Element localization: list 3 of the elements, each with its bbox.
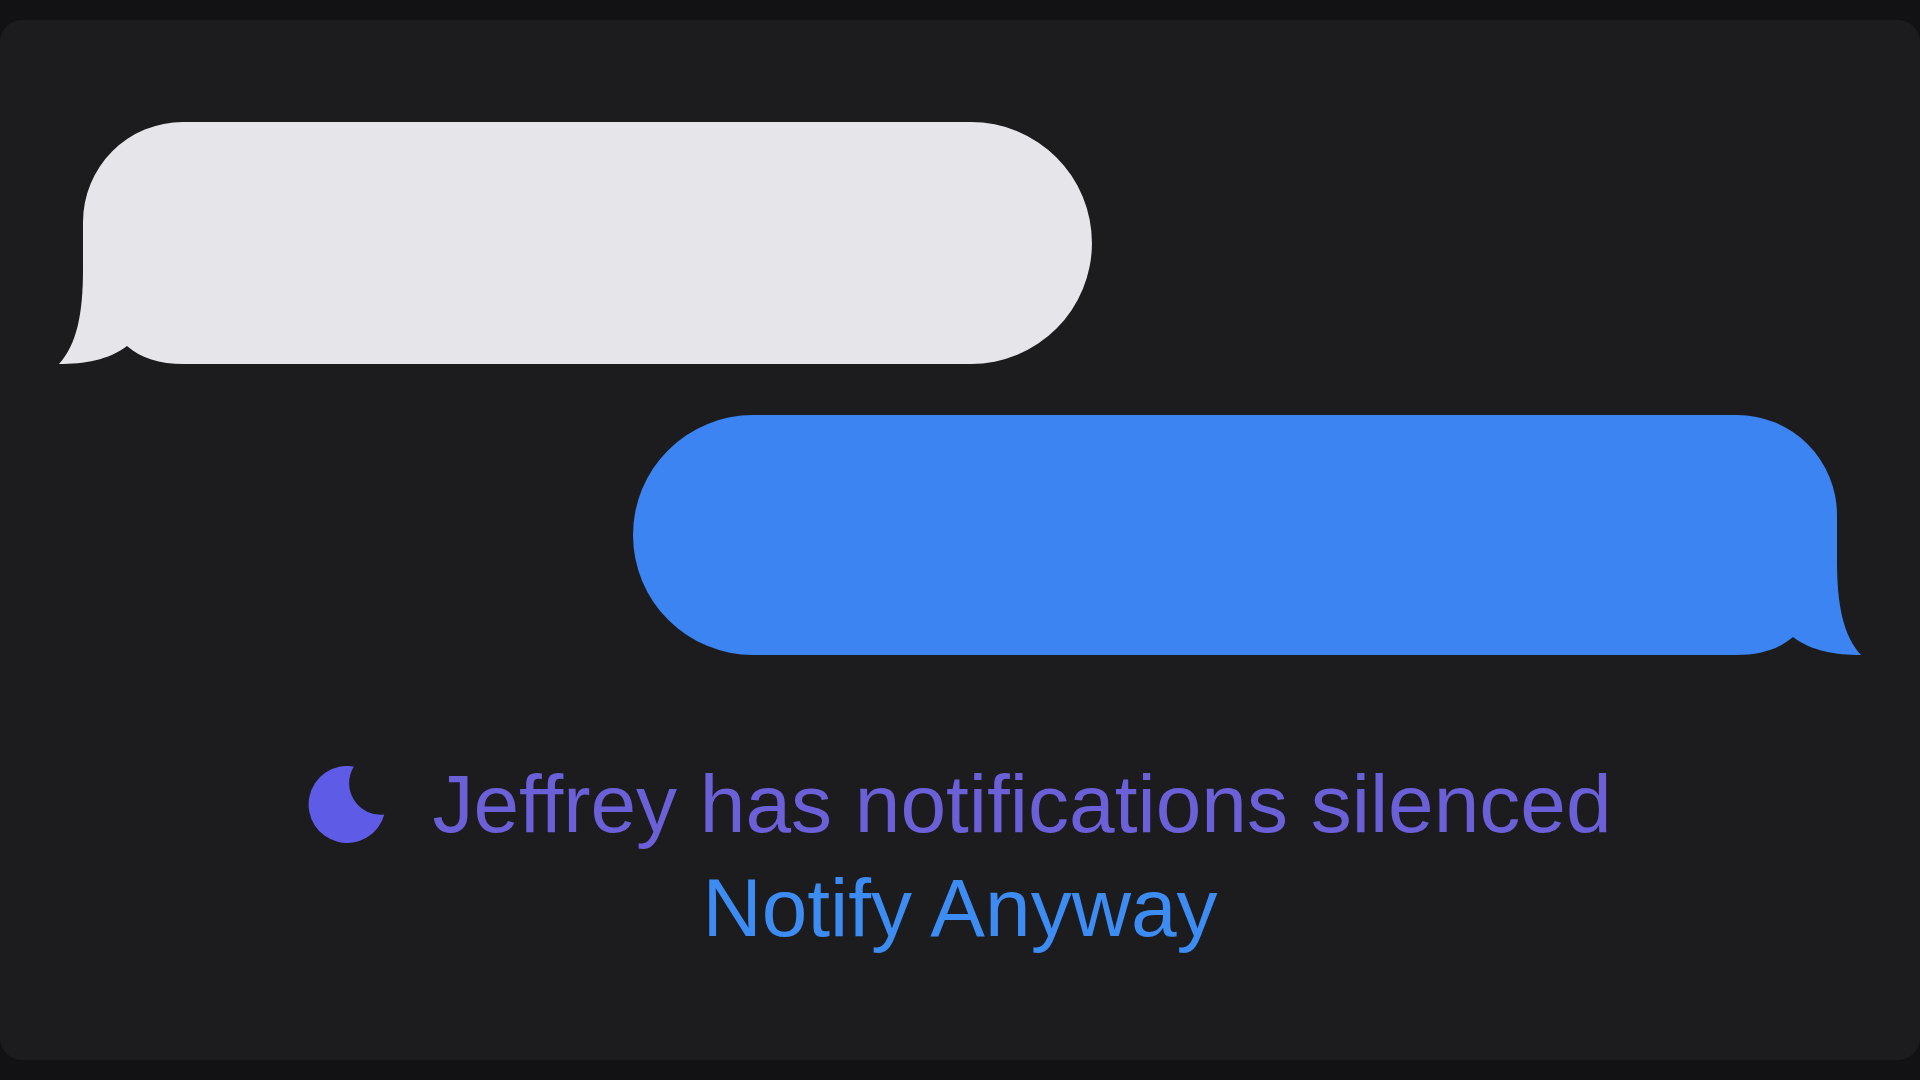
moon-icon — [308, 765, 386, 843]
notify-link[interactable]: Notify Anyway — [702, 859, 1218, 958]
status-text: Jeffrey has notifications silenced — [432, 757, 1612, 851]
